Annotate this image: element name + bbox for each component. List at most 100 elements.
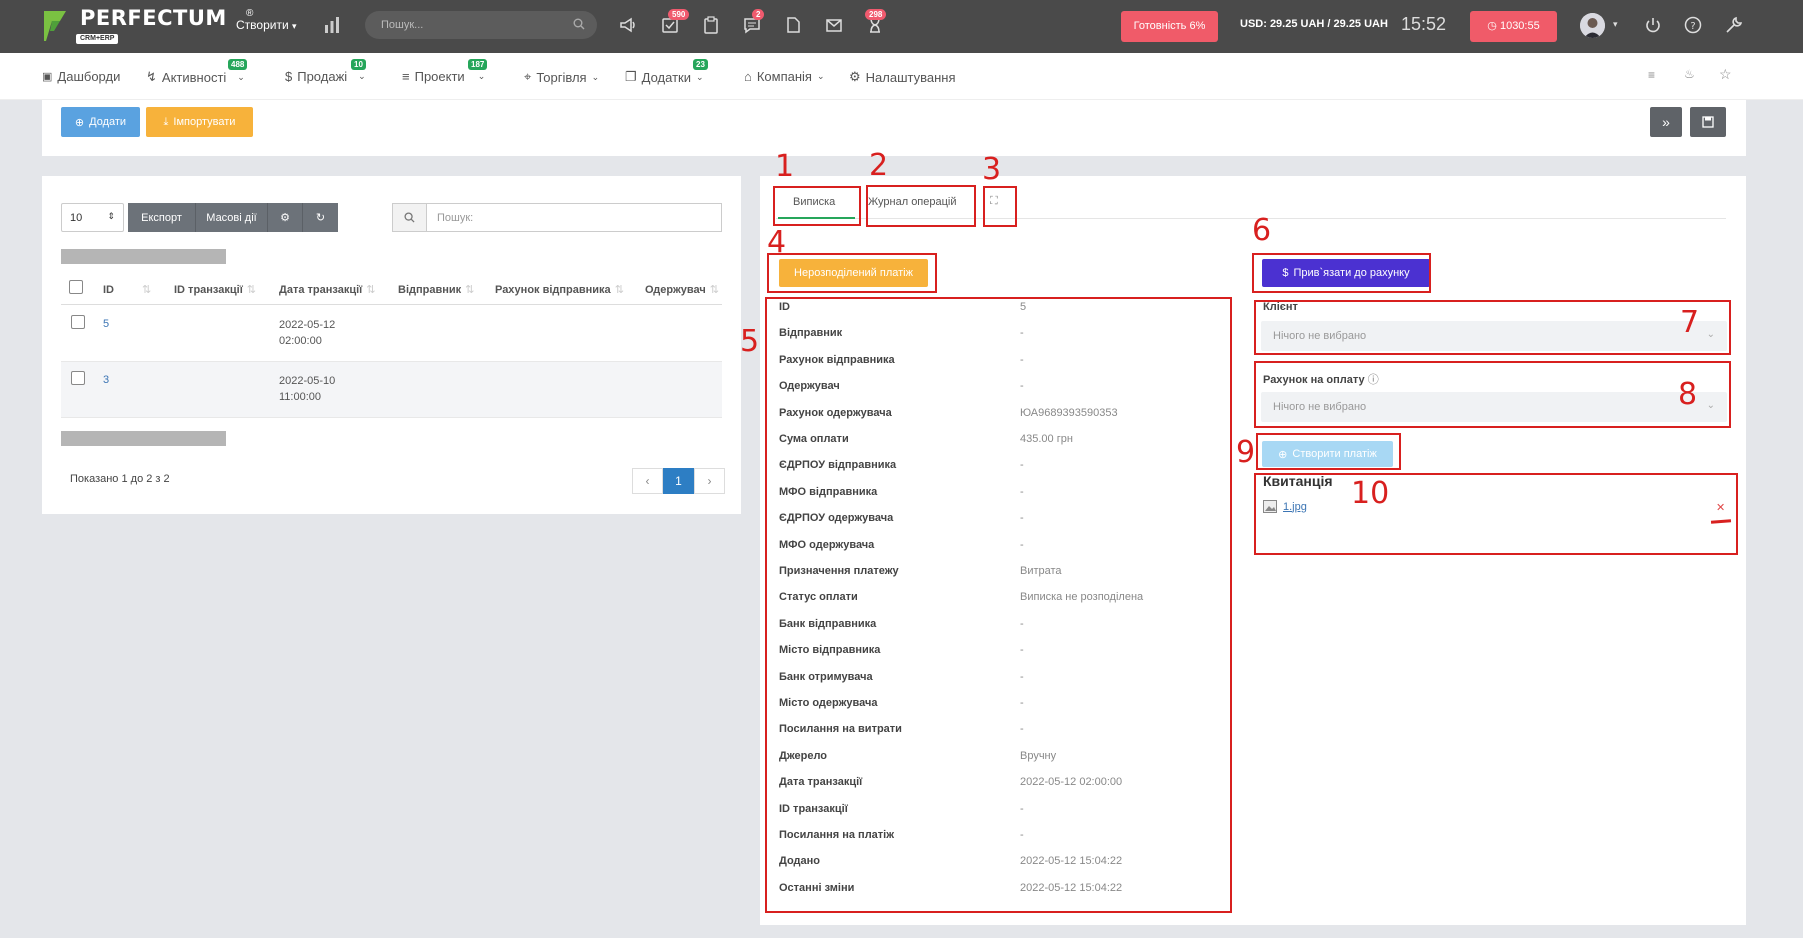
detail-key: ЄДРПОУ одержувача — [779, 512, 894, 525]
row-checkbox[interactable] — [71, 315, 85, 329]
row-id-link[interactable]: 3 — [103, 374, 109, 386]
pager-page-1[interactable]: 1 — [663, 468, 694, 494]
annotation-number: 2 — [869, 148, 889, 183]
bulk-actions-button[interactable]: Масові дії — [196, 203, 268, 232]
detail-key: Сума оплати — [779, 433, 849, 445]
scrollbar-bottom[interactable] — [61, 431, 226, 446]
logo[interactable]: PERFECTUM CRM+ERP ® — [42, 8, 253, 44]
col-sender-account[interactable]: Рахунок відправника ⇅ — [495, 283, 624, 296]
avatar[interactable] — [1580, 13, 1605, 38]
nav-item-trade[interactable]: ⌖ Торгівля ⌄ — [524, 69, 599, 85]
col-sender[interactable]: Відправник ⇅ — [398, 283, 474, 296]
nav-item-addons[interactable]: ❐ Додатки 23 ⌄ — [625, 59, 708, 85]
annotation-number: 7 — [1680, 305, 1700, 340]
chevron-down-icon: ▾ — [292, 21, 297, 31]
unallocated-payment-button[interactable]: Нерозподілений платіж — [779, 259, 928, 287]
nav-item-dashboards[interactable]: ▣ Дашборди — [42, 69, 120, 84]
scrollbar-top[interactable] — [61, 249, 226, 264]
receipt-title: Квитанція — [1263, 473, 1333, 489]
nav-item-company[interactable]: ⌂ Компанія ⌄ — [744, 69, 825, 84]
readiness-button[interactable]: Готовність 6% — [1121, 11, 1218, 42]
pager-next[interactable]: › — [694, 468, 725, 494]
row-id-link[interactable]: 5 — [103, 318, 109, 330]
clipboard-icon[interactable] — [701, 15, 721, 35]
clock: 15:52 — [1401, 14, 1447, 34]
detail-row: Посилання на платіж - — [779, 829, 1219, 853]
notifications-button[interactable]: 298 — [865, 9, 887, 35]
detail-value: 2022-05-12 15:04:22 — [1020, 881, 1123, 894]
wrench-icon[interactable] — [1724, 15, 1744, 35]
help-icon[interactable]: ⓘ — [1368, 374, 1379, 386]
nav-item-settings[interactable]: ⚙ Налаштування — [849, 69, 956, 85]
power-icon[interactable] — [1644, 16, 1662, 34]
invoice-select[interactable]: Нічого не вибрано ⌄ — [1261, 392, 1727, 422]
invoice-select-value: Нічого не вибрано — [1273, 401, 1367, 413]
page-length-select[interactable]: 10 ⇕ — [61, 203, 124, 232]
receipt-file-link[interactable]: 1.jpg — [1283, 501, 1307, 513]
detail-value: - — [1020, 512, 1024, 525]
nav-item-activities[interactable]: ↯ Активності 488 ⌄ — [146, 59, 248, 85]
refresh-button[interactable]: ↻ — [303, 203, 338, 232]
detail-value: - — [1020, 723, 1024, 736]
detail-value: Виписка не розподілена — [1020, 591, 1144, 604]
logo-mark-icon — [44, 11, 66, 41]
timer-button[interactable]: ◷ 1030:55 — [1470, 11, 1557, 42]
bind-to-invoice-button[interactable]: $ Прив`язати до рахунку — [1262, 259, 1430, 287]
table-info: Показано 1 до 2 з 2 — [70, 473, 170, 485]
nav-badge: 488 — [228, 59, 248, 70]
megaphone-icon[interactable] — [619, 15, 639, 35]
detail-row: Дата транзакції 2022-05-12 02:00:00 — [779, 776, 1219, 800]
add-button[interactable]: ⊕ Додати — [61, 107, 140, 137]
bar-chart-icon[interactable] — [323, 16, 341, 34]
row-checkbox[interactable] — [71, 371, 85, 385]
pager-prev[interactable]: ‹ — [632, 468, 663, 494]
columns-settings-button[interactable]: ⚙ — [268, 203, 303, 232]
col-recipient[interactable]: Одержувач ⇅ — [645, 283, 719, 296]
table-search-input[interactable]: Пошук: — [392, 203, 722, 232]
tabs-divider — [776, 218, 1726, 219]
star-icon[interactable]: ☆ — [1719, 66, 1732, 83]
annotation-number: 6 — [1252, 213, 1272, 248]
receipt-file[interactable]: 1.jpg — [1263, 500, 1307, 513]
tab-statement[interactable]: Виписка — [793, 196, 835, 208]
nav-item-projects[interactable]: ≡ Проекти 187 ⌄ — [402, 59, 488, 84]
fire-icon[interactable]: ♨ — [1684, 67, 1695, 81]
table-row[interactable]: 3 2022-05-10 11:00:00 — [61, 362, 722, 418]
mail-icon[interactable] — [824, 15, 844, 35]
layers-icon[interactable]: ≡ — [1648, 68, 1655, 82]
chevron-down-icon[interactable]: ▾ — [1613, 19, 1618, 30]
create-payment-button[interactable]: ⊕ Створити платіж — [1262, 441, 1393, 467]
global-search-input[interactable]: Пошук... — [365, 11, 597, 39]
save-button[interactable] — [1690, 107, 1726, 137]
select-all-checkbox[interactable] — [69, 280, 83, 294]
col-transaction-date[interactable]: Дата транзакції ⇅ — [279, 283, 375, 296]
col-id[interactable]: ID ⇅ — [103, 283, 151, 296]
detail-key: Відправник — [779, 327, 843, 340]
pagination: ‹ 1 › — [632, 468, 725, 494]
document-icon[interactable] — [783, 15, 803, 35]
nav-label: Налаштування — [865, 69, 956, 85]
export-button[interactable]: Експорт — [128, 203, 196, 232]
col-transaction-id[interactable]: ID транзакції ⇅ — [174, 283, 256, 296]
help-icon[interactable]: ? — [1684, 16, 1702, 34]
client-select[interactable]: Нічого не вибрано ⌄ — [1261, 321, 1727, 351]
expand-button[interactable]: » — [1650, 107, 1682, 137]
fullscreen-icon[interactable]: ⛶ — [990, 195, 998, 208]
detail-key: Посилання на витрати — [779, 723, 902, 736]
tab-operations-log[interactable]: Журнал операцій — [868, 196, 957, 208]
nav-item-sales[interactable]: $ Продажі 10 ⌄ — [285, 59, 366, 84]
chat-button[interactable]: 2 — [742, 9, 765, 35]
sort-icon: ⇅ — [366, 284, 376, 296]
delete-icon[interactable]: ✕ — [1716, 501, 1725, 514]
chevron-down-icon: ⌄ — [237, 71, 245, 82]
create-menu-button[interactable]: Створити ▾ — [236, 18, 297, 32]
detail-row: Посилання на витрати - — [779, 723, 1219, 747]
import-button[interactable]: ⤓ Імпортувати — [146, 107, 253, 137]
detail-key: Дата транзакції — [779, 776, 863, 789]
monitor-icon: ▣ — [42, 71, 53, 83]
transactions-table-card: 10 ⇕ Експорт Масові дії ⚙ ↻ Пошук: ID ⇅ I… — [42, 176, 741, 514]
detail-value: - — [1020, 617, 1024, 630]
table-row[interactable]: 5 2022-05-12 02:00:00 — [61, 306, 722, 362]
detail-row: Місто відправника - — [779, 644, 1219, 668]
tasks-button[interactable]: 590 — [660, 9, 690, 35]
